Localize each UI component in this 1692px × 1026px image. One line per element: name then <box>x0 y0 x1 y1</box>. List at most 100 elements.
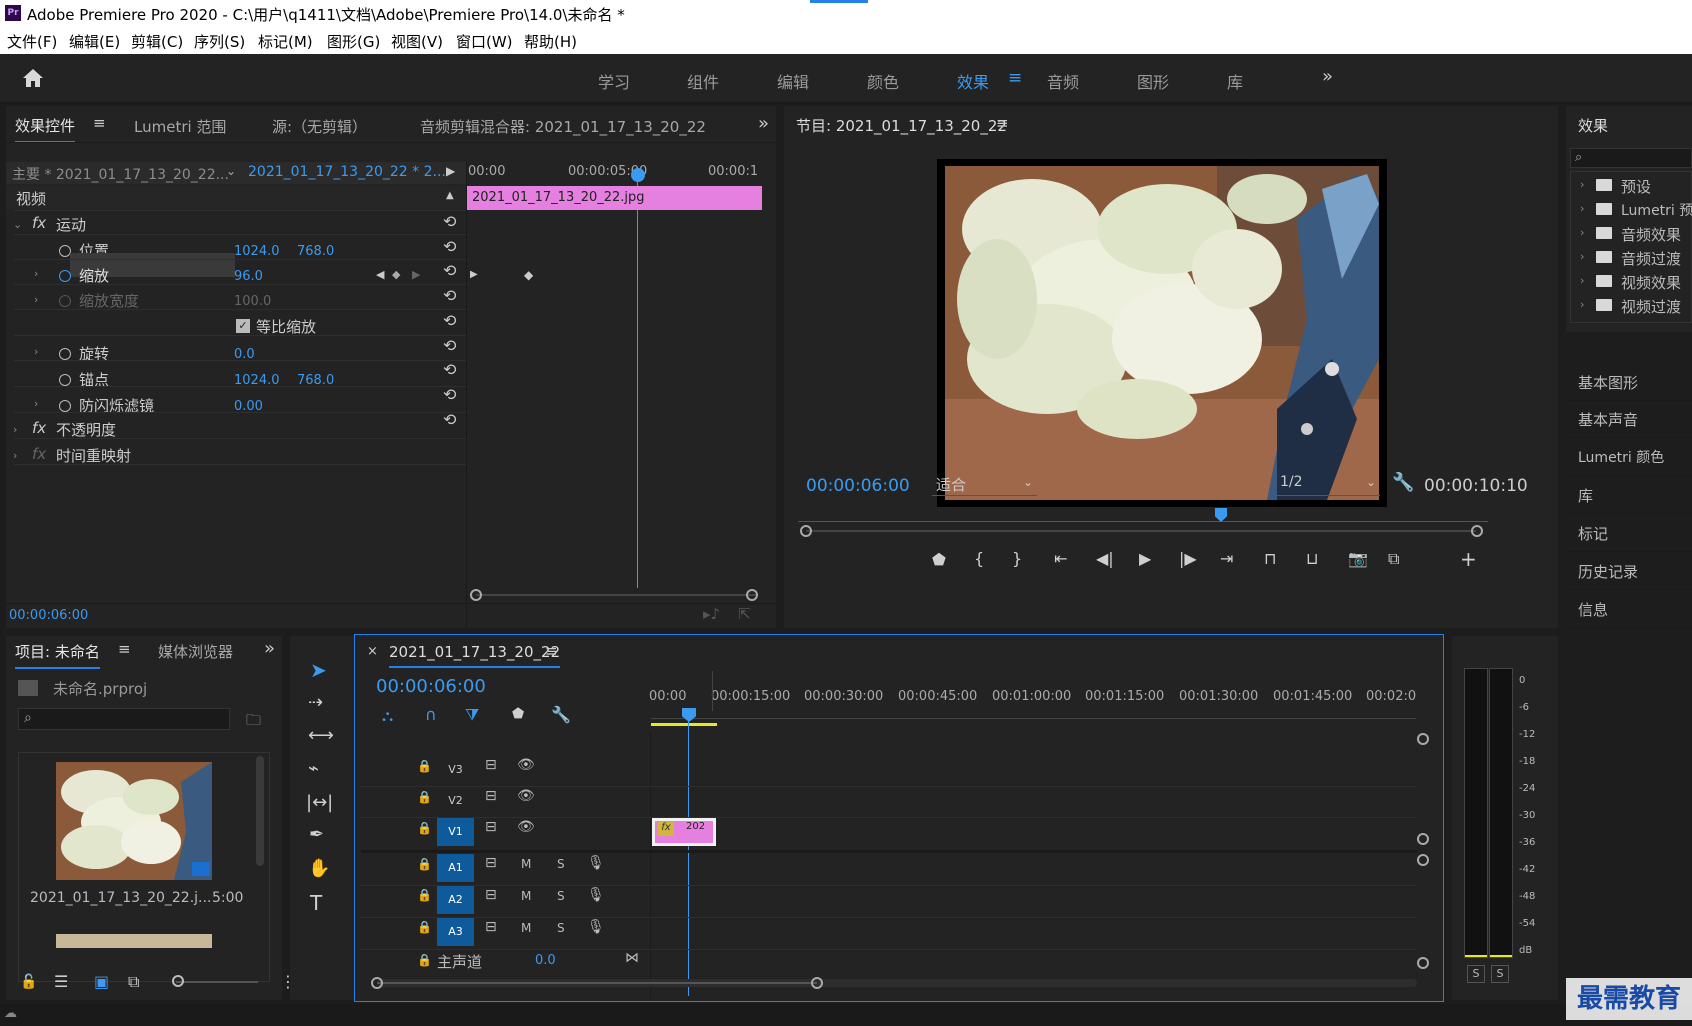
effects-item-chevron-icon[interactable]: › <box>1580 250 1584 263</box>
a1-target-label[interactable]: A1 <box>437 854 474 882</box>
a3-solo-button[interactable]: S <box>557 921 565 935</box>
uniform-reset-icon[interactable]: ⟲ <box>443 311 456 330</box>
motion-reset-icon[interactable]: ⟲ <box>443 212 456 231</box>
program-zoom-scrollbar[interactable] <box>806 530 1476 532</box>
timeline-vscroll-a-bottom[interactable] <box>1417 957 1429 969</box>
menu-sequence[interactable]: 序列(S) <box>194 31 245 52</box>
program-scroll-handle-right[interactable] <box>1471 525 1483 537</box>
button-editor-plus-icon[interactable]: + <box>1460 547 1477 571</box>
effects-item-video-transitions[interactable]: 视频过渡 <box>1621 296 1681 317</box>
rotation-reset-icon[interactable]: ⟲ <box>443 336 456 355</box>
ripple-edit-tool-icon[interactable]: ⟷ <box>308 725 334 746</box>
v3-sync-icon[interactable]: ⊟ <box>485 757 497 773</box>
prev-keyframe-icon[interactable]: ◀ <box>376 268 384 281</box>
position-reset-icon[interactable]: ⟲ <box>443 237 456 256</box>
scale-stopwatch-icon[interactable] <box>59 270 71 282</box>
v1-sync-icon[interactable]: ⊟ <box>485 819 497 835</box>
play-icon[interactable]: ▶ <box>1139 549 1151 568</box>
program-monitor-title[interactable]: 节目: 2021_01_17_13_20_22 <box>796 115 1007 136</box>
rotation-stopwatch-icon[interactable] <box>59 348 71 360</box>
hand-tool-icon[interactable]: ✋ <box>308 858 330 879</box>
menu-edit[interactable]: 编辑(E) <box>69 31 120 52</box>
tab-media-browser[interactable]: 媒体浏览器 <box>158 641 238 662</box>
project-scrollbar[interactable] <box>256 756 264 866</box>
timeline-vscroll-v-bottom[interactable] <box>1417 833 1429 845</box>
step-forward-icon[interactable]: |▶ <box>1179 549 1197 568</box>
resolution-dropdown[interactable]: 1/2 ⌄ <box>1276 474 1380 496</box>
add-keyframe-icon[interactable]: ◆ <box>392 268 400 281</box>
lock-icon[interactable]: 🔓 <box>20 974 37 990</box>
panel-essential-sound[interactable]: 基本声音 <box>1566 403 1692 438</box>
v2-sync-icon[interactable]: ⊟ <box>485 788 497 804</box>
position-x-value[interactable]: 1024.0 <box>234 244 280 259</box>
menu-clip[interactable]: 剪辑(C) <box>131 31 183 52</box>
a1-mute-button[interactable]: M <box>521 857 531 871</box>
linked-selection-icon[interactable]: ⧩ <box>465 705 479 725</box>
list-view-icon[interactable]: ☰ <box>54 972 68 991</box>
workspace-audio[interactable]: 音频 <box>1047 69 1079 93</box>
wrench-icon[interactable]: 🔧 <box>1392 472 1414 493</box>
tab-lumetri-scopes[interactable]: Lumetri 范围 <box>134 116 226 137</box>
next-keyframe-icon[interactable]: ▶ <box>412 268 420 281</box>
go-to-out-master-icon[interactable]: ⋈ <box>625 950 639 966</box>
mark-in-icon[interactable]: { <box>974 549 984 568</box>
v1-target-label[interactable]: V1 <box>437 818 474 846</box>
clip-name-link[interactable]: 2021_01_17_13_20_22 * 2... <box>248 164 446 180</box>
scale-value[interactable]: 96.0 <box>234 269 263 284</box>
creative-cloud-icon[interactable]: ☁ <box>4 1006 17 1021</box>
v1-clip[interactable]: fx 202 <box>652 818 716 846</box>
export-icon[interactable]: ⇱ <box>738 605 751 623</box>
master-lock-icon[interactable]: 🔒 <box>417 953 432 967</box>
type-tool-icon[interactable]: T <box>310 891 322 915</box>
menu-graphics[interactable]: 图形(G) <box>327 31 380 52</box>
a3-sync-icon[interactable]: ⊟ <box>485 919 497 935</box>
a1-mic-icon[interactable]: 🎙 <box>587 855 605 871</box>
effects-item-chevron-icon[interactable]: › <box>1580 226 1584 239</box>
compare-view-icon[interactable]: ⧉ <box>1388 549 1399 569</box>
v1-eye-icon[interactable]: 👁 <box>517 819 535 835</box>
effects-item-chevron-icon[interactable]: › <box>1580 298 1584 311</box>
program-menu-icon[interactable]: ≡ <box>996 114 1009 132</box>
program-video-frame[interactable] <box>937 159 1387 507</box>
timeline-marker-icon[interactable]: ⬟ <box>512 706 524 722</box>
fit-dropdown[interactable]: 适合 ⌄ <box>932 474 1037 496</box>
menu-view[interactable]: 视图(V) <box>391 31 443 52</box>
program-timecode[interactable]: 00:00:06:00 <box>806 476 910 496</box>
timeline-vscroll-a-top[interactable] <box>1417 854 1429 866</box>
go-to-out-icon[interactable]: ⇥ <box>1220 549 1233 568</box>
a2-mute-button[interactable]: M <box>521 889 531 903</box>
panel-libraries[interactable]: 库 <box>1566 479 1692 514</box>
nest-icon[interactable]: ⛬ <box>382 706 393 726</box>
a2-mic-icon[interactable]: 🎙 <box>587 887 605 903</box>
motion-chevron-icon[interactable]: ⌄ <box>13 218 22 231</box>
freeform-view-icon[interactable]: ⧉ <box>128 972 139 992</box>
flicker-reset-icon[interactable]: ⟲ <box>443 385 456 404</box>
selection-tool-icon[interactable]: ➤ <box>310 658 327 682</box>
a2-lock-icon[interactable]: 🔒 <box>417 888 432 902</box>
close-tab-icon[interactable]: × <box>367 644 378 659</box>
workspace-libraries[interactable]: 库 <box>1227 69 1243 93</box>
anchor-stopwatch-icon[interactable] <box>59 374 71 386</box>
effects-item-audio-transitions[interactable]: 音频过渡 <box>1621 248 1681 269</box>
lift-icon[interactable]: ⊓ <box>1264 549 1276 568</box>
ec-clip-bar[interactable]: 2021_01_17_13_20_22.jpg <box>466 186 762 210</box>
solo-right-button[interactable]: S <box>1491 965 1509 983</box>
export-frame-icon[interactable]: 📷 <box>1348 549 1368 568</box>
mark-out-icon[interactable]: } <box>1012 549 1022 568</box>
zoom-slider-handle[interactable] <box>172 975 184 987</box>
panel-lumetri-color[interactable]: Lumetri 颜色 <box>1566 441 1692 476</box>
a1-sync-icon[interactable]: ⊟ <box>485 855 497 871</box>
a1-lock-icon[interactable]: 🔒 <box>417 857 432 871</box>
project-menu-icon[interactable]: ≡ <box>118 640 131 658</box>
extract-icon[interactable]: ⊔ <box>1306 549 1318 568</box>
workspace-learn[interactable]: 学习 <box>598 69 630 93</box>
v2-lock-icon[interactable]: 🔒 <box>417 790 432 804</box>
panel-essential-graphics[interactable]: 基本图形 <box>1566 366 1692 401</box>
workspace-assembly[interactable]: 组件 <box>687 69 719 93</box>
tab-effect-controls[interactable]: 效果控件 <box>15 115 76 143</box>
timeline-ruler[interactable] <box>651 709 1416 719</box>
a3-target-label[interactable]: A3 <box>437 918 474 946</box>
time-remap-chevron-icon[interactable]: › <box>13 449 17 462</box>
menu-window[interactable]: 窗口(W) <box>456 31 513 52</box>
v2-eye-icon[interactable]: 👁 <box>517 788 535 804</box>
